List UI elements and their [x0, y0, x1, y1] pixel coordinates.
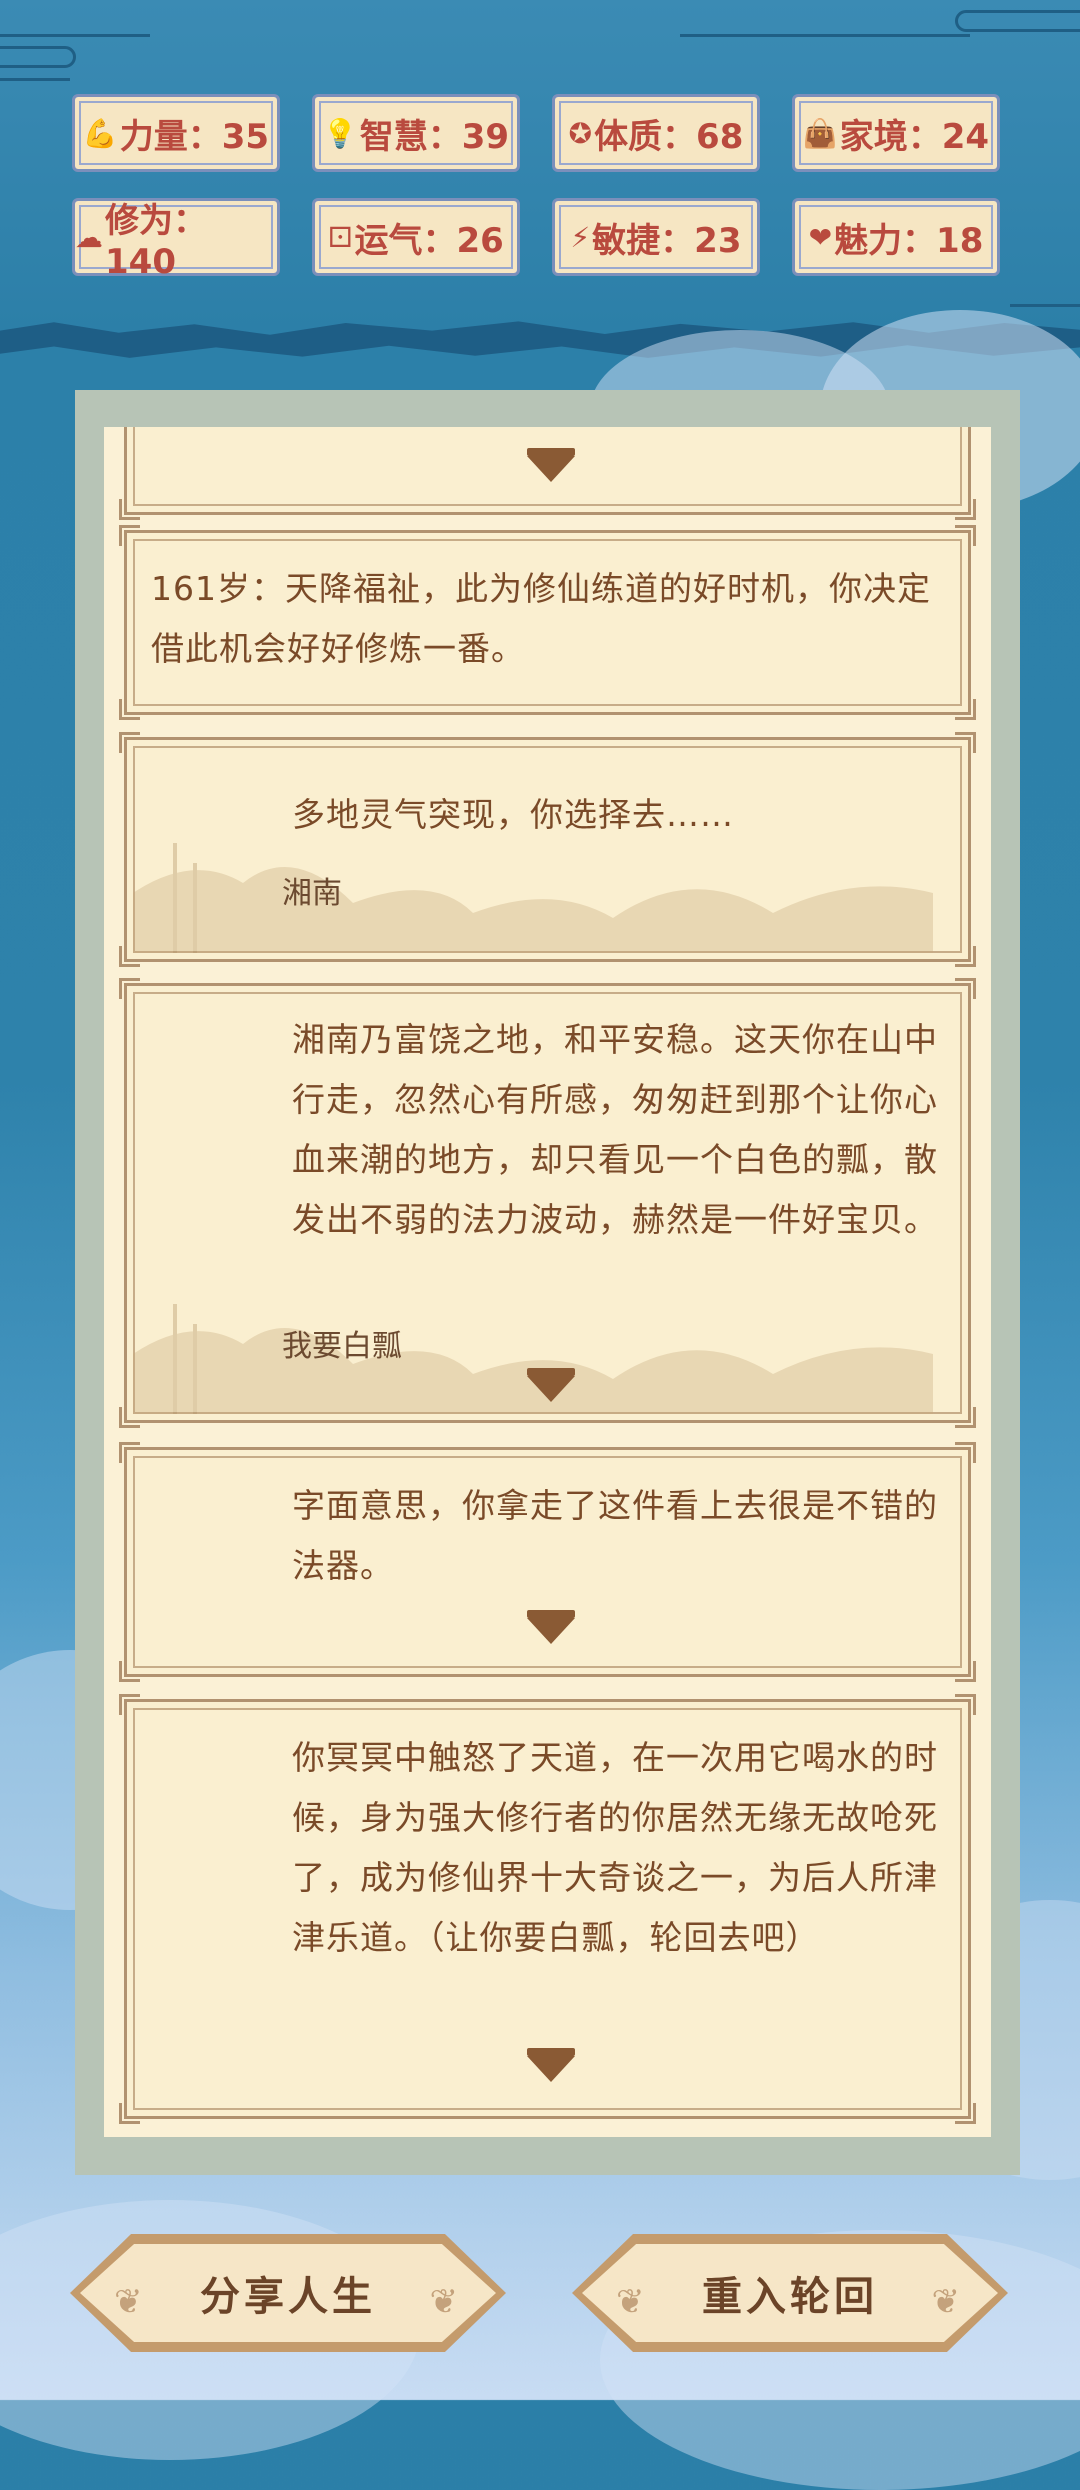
- stat-luck: ⚀ 运气：26: [312, 198, 520, 276]
- stat-wisdom: 💡 智慧：39: [312, 94, 520, 172]
- stat-constitution: ✪ 体质：68: [552, 94, 760, 172]
- event-card: 你冥冥中触怒了天道，在一次用它喝水的时候，身为强大修行者的你居然无缘无故呛死了，…: [119, 1694, 976, 2124]
- event-text: 字面意思，你拿走了这件看上去很是不错的法器。: [292, 1486, 938, 1585]
- money-bag-icon: 👜: [802, 116, 838, 150]
- stat-charm: ❤ 魅力：18: [792, 198, 1000, 276]
- stat-family: 👜 家境：24: [792, 94, 1000, 172]
- scroll-ornament-icon: ❦: [114, 2282, 147, 2322]
- stat-label: 力量：35: [119, 116, 270, 157]
- bulb-icon: 💡: [322, 116, 358, 150]
- reincarnate-button-label: 重入轮回: [702, 2274, 878, 2320]
- stat-label: 智慧：39: [359, 116, 510, 157]
- choice-label: 湘南: [282, 876, 342, 911]
- heart-icon: ❤: [808, 220, 833, 254]
- event-text: 多地灵气突现，你选择去……: [292, 795, 734, 834]
- share-button-label: 分享人生: [200, 2274, 376, 2320]
- stat-label: 魅力：18: [834, 220, 984, 261]
- event-text: 湘南乃富饶之地，和平安稳。这天你在山中行走，忽然心有所感，匆匆赶到那个让你心血来…: [292, 1020, 938, 1239]
- stat-label: 家境：24: [839, 116, 990, 157]
- event-text: 161岁：天降福祉，此为修仙练道的好时机，你决定借此机会好好修炼一番。: [151, 569, 931, 668]
- stat-strength: 💪 力量：35: [72, 94, 280, 172]
- reincarnate-button[interactable]: ❦ 重入轮回 ❦: [572, 2234, 1008, 2352]
- body-icon: ✪: [568, 116, 593, 150]
- choice-label: 我要白瓢: [282, 1329, 402, 1364]
- event-card: 字面意思，你拿走了这件看上去很是不错的法器。: [119, 1442, 976, 1682]
- stat-cultivation: ☁ 修为：140: [72, 198, 280, 282]
- life-log-panel: 161岁：天降福祉，此为修仙练道的好时机，你决定借此机会好好修炼一番。 多地灵气…: [75, 390, 1020, 2175]
- cloud-icon: ☁: [75, 220, 103, 254]
- expand-arrow-icon[interactable]: [527, 1610, 575, 1644]
- lightning-icon: ⚡: [570, 220, 591, 254]
- expand-arrow-icon[interactable]: [527, 448, 575, 482]
- dice-icon: ⚀: [328, 220, 353, 254]
- event-card: 多地灵气突现，你选择去…… 湘南: [119, 732, 976, 967]
- swirl-decoration: [0, 46, 76, 68]
- swirl-decoration: [0, 78, 70, 81]
- event-card: [119, 427, 976, 520]
- swirl-decoration: [680, 34, 970, 37]
- expand-arrow-icon[interactable]: [527, 1368, 575, 1402]
- share-life-button[interactable]: ❦ 分享人生 ❦: [70, 2234, 506, 2352]
- stat-agility: ⚡ 敏捷：23: [552, 198, 760, 276]
- stat-label: 修为：140: [105, 200, 207, 282]
- swirl-decoration: [955, 10, 1080, 32]
- stat-label: 运气：26: [354, 220, 504, 261]
- expand-arrow-icon[interactable]: [527, 2048, 575, 2082]
- scroll-ornament-icon: ❦: [429, 2282, 462, 2322]
- event-scroll-list[interactable]: 161岁：天降福祉，此为修仙练道的好时机，你决定借此机会好好修炼一番。 多地灵气…: [104, 427, 991, 2137]
- scroll-ornament-icon: ❦: [931, 2282, 964, 2322]
- swirl-decoration: [0, 34, 150, 37]
- event-card: 湘南乃富饶之地，和平安稳。这天你在山中行走，忽然心有所感，匆匆赶到那个让你心血来…: [119, 978, 976, 1428]
- event-text: 你冥冥中触怒了天道，在一次用它喝水的时候，身为强大修行者的你居然无缘无故呛死了，…: [292, 1738, 938, 1957]
- swirl-decoration: [1010, 304, 1080, 307]
- arm-icon: 💪: [82, 116, 118, 150]
- stat-label: 体质：68: [594, 116, 744, 157]
- stat-label: 敏捷：23: [592, 220, 742, 261]
- event-card: 161岁：天降福祉，此为修仙练道的好时机，你决定借此机会好好修炼一番。: [119, 525, 976, 720]
- scroll-ornament-icon: ❦: [616, 2282, 649, 2322]
